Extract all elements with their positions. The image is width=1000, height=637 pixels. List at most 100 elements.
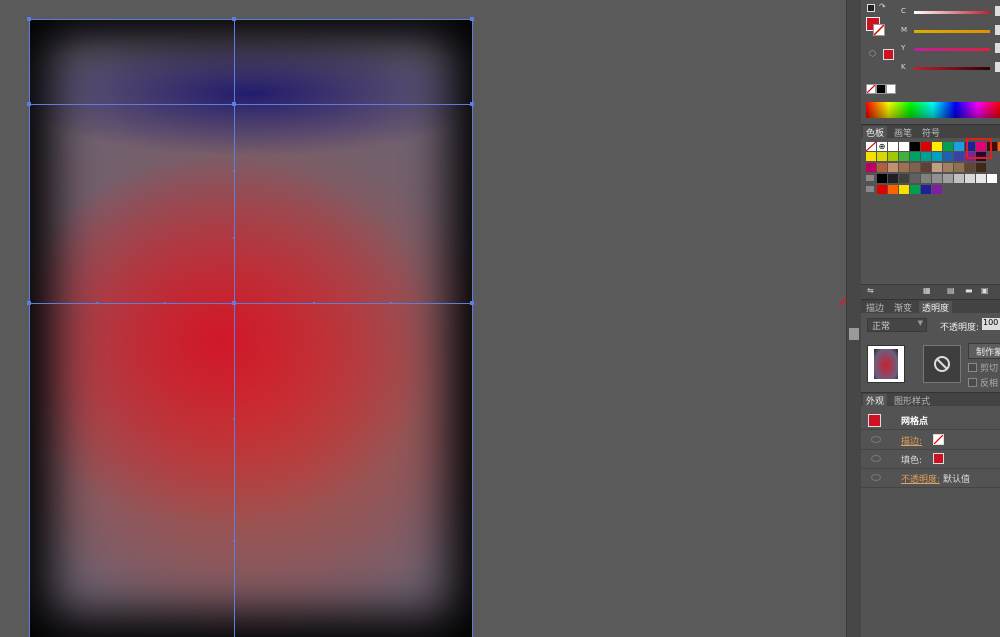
swatch-none[interactable]	[866, 142, 876, 151]
folder-icon[interactable]	[866, 175, 874, 181]
swatch-cell[interactable]	[888, 163, 898, 172]
swatch-cell[interactable]	[943, 142, 953, 151]
swatch-cell[interactable]	[866, 152, 876, 161]
slider-c-track[interactable]	[914, 11, 990, 14]
swatch-cell[interactable]	[888, 174, 898, 183]
slider-k-track[interactable]	[914, 67, 990, 70]
swatch-cell[interactable]	[877, 163, 887, 172]
swatch-cell[interactable]	[899, 142, 909, 151]
tab-brushes[interactable]: 画笔	[891, 126, 915, 139]
mesh-anchor-point[interactable]	[27, 17, 31, 21]
scrollbar-thumb[interactable]	[849, 328, 859, 340]
object-thumbnail[interactable]	[867, 345, 905, 383]
swatch-cell[interactable]	[899, 152, 909, 161]
opacity-input[interactable]: 100	[982, 318, 1000, 330]
swatch-cell[interactable]	[932, 163, 942, 172]
swatch-cell[interactable]	[910, 185, 920, 194]
swatch-cell[interactable]	[921, 142, 931, 151]
mesh-handle[interactable]	[233, 540, 235, 542]
swatch-cell[interactable]	[943, 152, 953, 161]
eye-icon[interactable]	[871, 436, 881, 443]
swatch-cell[interactable]	[954, 163, 964, 172]
swatch-options-icon[interactable]: ▤	[947, 286, 955, 295]
mesh-handle[interactable]	[164, 302, 166, 304]
mesh-handle[interactable]	[233, 237, 235, 239]
swatch-cell[interactable]	[910, 163, 920, 172]
appearance-object-row[interactable]: 网格点	[861, 410, 1000, 430]
swatch-cell[interactable]	[877, 174, 887, 183]
mesh-handle[interactable]	[390, 302, 392, 304]
eye-icon[interactable]	[871, 455, 881, 462]
folder-icon[interactable]	[866, 186, 874, 192]
mesh-anchor-point[interactable]	[232, 301, 236, 305]
white-swatch[interactable]	[886, 84, 896, 94]
swatch-cell[interactable]	[899, 163, 909, 172]
swatch-registration[interactable]: ⊕	[877, 142, 887, 151]
mask-thumbnail[interactable]	[923, 345, 961, 383]
eye-icon[interactable]	[871, 474, 881, 481]
mesh-handle[interactable]	[233, 418, 235, 420]
invert-mask-checkbox[interactable]	[968, 378, 977, 387]
slider-m-value-field[interactable]	[995, 25, 1000, 35]
mesh-anchor-point[interactable]	[470, 102, 474, 106]
swatch-cell[interactable]	[932, 142, 942, 151]
swatch-cell[interactable]	[976, 163, 986, 172]
swatch-cell[interactable]	[888, 152, 898, 161]
swatch-cell[interactable]	[921, 174, 931, 183]
swatch-cell[interactable]	[866, 163, 876, 172]
fill-swatch[interactable]	[933, 453, 944, 464]
clip-checkbox[interactable]	[968, 363, 977, 372]
stroke-swatch[interactable]	[933, 434, 944, 445]
swatch-cell[interactable]	[976, 174, 986, 183]
mesh-anchor-point[interactable]	[232, 102, 236, 106]
vertical-scrollbar[interactable]	[846, 0, 861, 637]
slider-y-track[interactable]	[914, 48, 990, 51]
stroke-color-swatch[interactable]	[873, 24, 885, 36]
swap-colors-icon[interactable]: ↷	[879, 2, 886, 11]
mesh-anchor-point[interactable]	[27, 301, 31, 305]
swatch-cell[interactable]	[987, 174, 997, 183]
slider-m-track[interactable]	[914, 30, 990, 33]
swatch-cell[interactable]	[899, 185, 909, 194]
tab-stroke[interactable]: 描边	[863, 301, 887, 314]
none-swatch[interactable]	[866, 84, 876, 94]
default-colors-icon[interactable]	[867, 4, 875, 12]
swatch-cell[interactable]	[921, 152, 931, 161]
new-color-group-icon[interactable]: ▬	[965, 286, 973, 295]
swatch-cell[interactable]	[954, 174, 964, 183]
swatch-cell[interactable]	[888, 185, 898, 194]
out-of-gamut-swatch[interactable]	[883, 49, 894, 60]
swatch-cell[interactable]	[943, 163, 953, 172]
make-mask-button[interactable]: 制作蒙	[968, 343, 1000, 359]
stroke-label[interactable]: 描边:	[901, 434, 922, 447]
slider-c-value-field[interactable]	[995, 6, 1000, 16]
swatch-cell[interactable]	[877, 185, 887, 194]
black-swatch[interactable]	[876, 84, 886, 94]
swatch-cell[interactable]	[899, 174, 909, 183]
cube-icon[interactable]: ⬡	[869, 49, 876, 58]
swatch-cell[interactable]	[965, 163, 975, 172]
tab-swatches[interactable]: 色板	[863, 126, 888, 139]
swatch-cell[interactable]	[910, 152, 920, 161]
swatch-library-icon[interactable]: ⇋	[867, 286, 874, 295]
appearance-opacity-row[interactable]: 不透明度: 默认值	[861, 468, 1000, 488]
mesh-handle[interactable]	[96, 302, 98, 304]
swatch-cell[interactable]	[910, 142, 920, 151]
opacity-row-label[interactable]: 不透明度:	[901, 472, 940, 485]
swatch-cell[interactable]	[888, 142, 898, 151]
swatch-cell[interactable]	[932, 174, 942, 183]
appearance-fill-row[interactable]: 填色:	[861, 449, 1000, 469]
tab-transparency[interactable]: 透明度	[919, 301, 953, 314]
slider-k-value-field[interactable]	[995, 62, 1000, 72]
artboard-mesh-gradient[interactable]	[27, 17, 474, 637]
swatch-kinds-icon[interactable]: ▦	[923, 286, 931, 295]
mesh-anchor-point[interactable]	[470, 17, 474, 21]
mesh-handle[interactable]	[313, 302, 315, 304]
appearance-stroke-row[interactable]: 描边:	[861, 430, 1000, 450]
swatch-cell[interactable]	[921, 185, 931, 194]
swatch-cell[interactable]	[910, 174, 920, 183]
mesh-line-horizontal-top[interactable]	[30, 104, 472, 105]
mesh-anchor-point[interactable]	[470, 301, 474, 305]
tab-appearance[interactable]: 外观	[863, 394, 888, 407]
mesh-line-vertical-center[interactable]	[234, 20, 235, 637]
